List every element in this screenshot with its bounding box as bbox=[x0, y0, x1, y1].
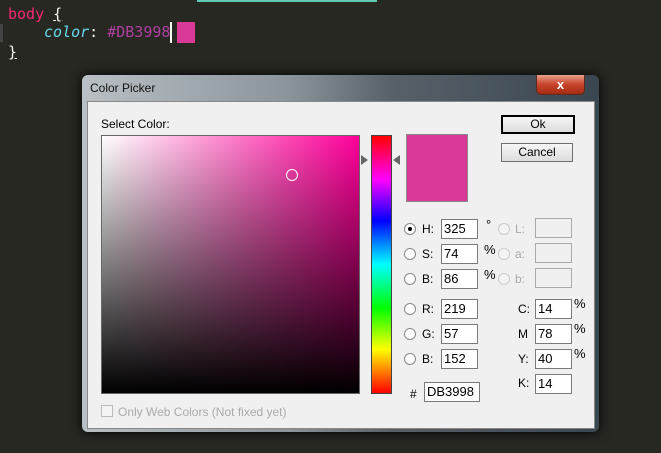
hex-input[interactable]: DB3998 bbox=[424, 382, 480, 402]
color-value[interactable]: #DB3998 bbox=[107, 23, 170, 41]
radio-h[interactable] bbox=[404, 223, 416, 235]
y-label: Y: bbox=[518, 352, 529, 366]
r-label: R: bbox=[422, 302, 434, 316]
radio-r[interactable] bbox=[404, 303, 416, 315]
ok-button[interactable]: Ok bbox=[501, 115, 575, 134]
m-input[interactable]: 78 bbox=[535, 324, 572, 344]
close-icon: x bbox=[556, 77, 565, 92]
c-unit: % bbox=[574, 296, 586, 311]
b-input[interactable]: 86 bbox=[441, 269, 478, 289]
web-colors-checkbox bbox=[101, 405, 113, 417]
l-label: L: bbox=[515, 222, 526, 236]
h-label: H: bbox=[422, 222, 434, 236]
select-color-label: Select Color: bbox=[101, 117, 170, 131]
s-unit: % bbox=[484, 242, 496, 257]
a-label: a: bbox=[515, 247, 526, 261]
radio-l bbox=[498, 223, 510, 235]
text-caret bbox=[170, 22, 173, 43]
saturation-brightness-field[interactable] bbox=[101, 135, 360, 394]
close-brace: } bbox=[8, 43, 18, 61]
k-label: K: bbox=[518, 376, 530, 390]
color-swatch[interactable] bbox=[177, 22, 196, 43]
hash-label: # bbox=[410, 387, 417, 401]
color-marker[interactable] bbox=[286, 169, 298, 181]
m-unit: % bbox=[574, 321, 586, 336]
lab-b-label: b: bbox=[515, 272, 526, 286]
colon: : bbox=[89, 23, 99, 41]
code-line-2[interactable]: color: #DB3998 bbox=[44, 21, 196, 43]
radio-lab-b bbox=[498, 273, 510, 285]
hue-arrow-left-icon[interactable] bbox=[361, 155, 368, 165]
c-label: C: bbox=[518, 302, 530, 316]
blue-input[interactable]: 152 bbox=[441, 349, 478, 369]
h-input[interactable]: 325 bbox=[441, 219, 478, 239]
radio-a bbox=[498, 248, 510, 260]
lab-b-input bbox=[535, 268, 572, 288]
b-unit: % bbox=[484, 267, 496, 282]
h-unit: ° bbox=[486, 217, 492, 232]
b-label: B: bbox=[422, 272, 434, 286]
m-label: M bbox=[518, 327, 528, 341]
k-input[interactable]: 14 bbox=[535, 374, 572, 394]
g-label: G: bbox=[422, 327, 435, 341]
hue-slider[interactable] bbox=[371, 135, 392, 394]
dialog-title: Color Picker bbox=[90, 81, 156, 95]
code-line-3: } bbox=[8, 41, 17, 63]
color-preview bbox=[406, 134, 468, 202]
a-input bbox=[535, 243, 572, 263]
l-input bbox=[535, 218, 572, 238]
radio-g[interactable] bbox=[404, 328, 416, 340]
r-input[interactable]: 219 bbox=[441, 299, 478, 319]
radio-blue[interactable] bbox=[404, 353, 416, 365]
property: color bbox=[44, 23, 90, 41]
current-line-marker bbox=[0, 24, 3, 42]
s-label: S: bbox=[422, 247, 434, 261]
blue-label: B: bbox=[422, 352, 434, 366]
s-input[interactable]: 74 bbox=[441, 244, 478, 264]
color-picker-dialog: Color Picker x Select Color: Ok Cancel H… bbox=[82, 75, 599, 432]
radio-s[interactable] bbox=[404, 248, 416, 260]
hue-arrow-right-icon[interactable] bbox=[393, 155, 400, 165]
y-unit: % bbox=[574, 346, 586, 361]
selector: body bbox=[8, 5, 45, 23]
close-button[interactable]: x bbox=[536, 75, 585, 95]
dialog-body: Select Color: Ok Cancel H: 325 ° S: 74 %… bbox=[87, 101, 595, 429]
radio-b[interactable] bbox=[404, 273, 416, 285]
cancel-button[interactable]: Cancel bbox=[501, 143, 573, 162]
web-colors-label: Only Web Colors (Not fixed yet) bbox=[118, 405, 287, 419]
active-tab-indicator bbox=[197, 0, 377, 2]
y-input[interactable]: 40 bbox=[535, 349, 572, 369]
g-input[interactable]: 57 bbox=[441, 324, 478, 344]
c-input[interactable]: 14 bbox=[535, 299, 572, 319]
